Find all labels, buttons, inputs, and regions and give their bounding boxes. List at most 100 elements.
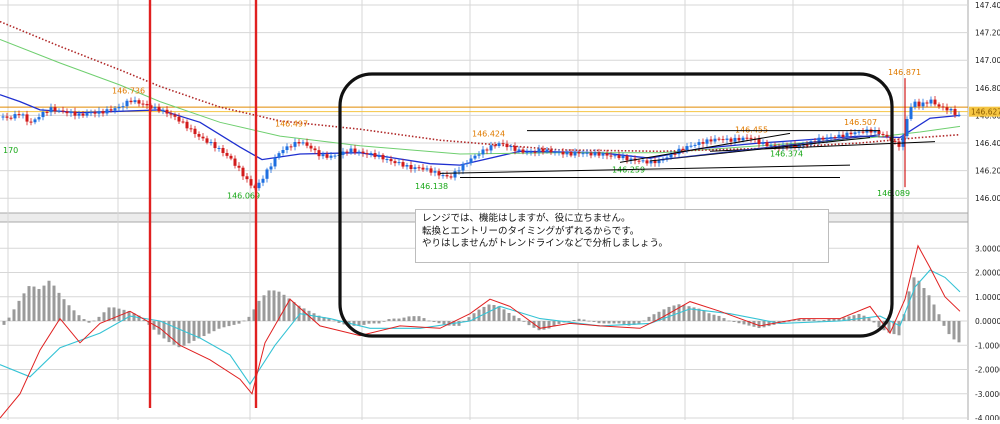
- candle-body: [105, 109, 109, 114]
- candle-body: [353, 148, 357, 153]
- macd-histogram-bar: [622, 321, 626, 325]
- macd-histogram-bar: [927, 295, 931, 321]
- candle-body: [945, 107, 949, 111]
- macd-histogram-bar: [87, 321, 91, 323]
- candle-body: [205, 138, 209, 143]
- candle-body: [489, 145, 493, 151]
- macd-histogram-bar: [407, 316, 411, 321]
- candle-body: [553, 151, 557, 153]
- macd-histogram-bar: [897, 321, 901, 336]
- macd-histogram-bar: [937, 314, 941, 321]
- macd-histogram-bar: [707, 313, 711, 321]
- candle-body: [953, 108, 957, 115]
- candle-body: [621, 155, 625, 159]
- candle-body: [369, 153, 373, 155]
- candle-body: [321, 154, 325, 157]
- macd-histogram-bar: [182, 321, 186, 346]
- candle-body: [265, 169, 269, 179]
- macd-histogram-bar: [377, 321, 381, 324]
- candle-body: [897, 141, 901, 147]
- macd-tick-label: -3.0000: [975, 390, 1000, 399]
- candle-body: [841, 134, 845, 137]
- candle-body: [329, 155, 333, 158]
- macd-histogram-bar: [402, 317, 406, 321]
- candle-body: [933, 99, 937, 105]
- candle-body: [193, 128, 197, 135]
- candle-body: [613, 155, 617, 157]
- macd-histogram-bar: [742, 321, 746, 325]
- candle-body: [349, 148, 353, 153]
- candle-body: [165, 109, 169, 114]
- candle-body: [909, 107, 913, 119]
- macd-histogram-bar: [652, 314, 656, 321]
- macd-histogram-bar: [17, 300, 21, 321]
- candle-body: [601, 153, 605, 156]
- candle-body: [585, 152, 589, 154]
- candle-body: [41, 111, 45, 118]
- candle-body: [153, 106, 157, 109]
- candle-body: [65, 111, 69, 114]
- candle-body: [133, 100, 137, 103]
- macd-histogram-bar: [507, 312, 511, 321]
- candle-body: [433, 171, 437, 173]
- candle-body: [197, 134, 201, 137]
- candle-body: [565, 152, 569, 155]
- candle-body: [833, 137, 837, 139]
- candle-body: [385, 159, 389, 161]
- candle-body: [345, 151, 349, 153]
- candle-body: [381, 154, 385, 160]
- macd-histogram-bar: [602, 321, 606, 324]
- macd-histogram-bar: [912, 277, 916, 321]
- macd-histogram-bar: [502, 309, 506, 321]
- candle-body: [413, 167, 417, 170]
- macd-histogram-bar: [202, 321, 206, 337]
- candle-body: [529, 151, 533, 153]
- candle-body: [121, 106, 125, 108]
- candle-body: [229, 155, 233, 159]
- candle-body: [957, 114, 961, 116]
- candle-body: [301, 142, 305, 144]
- candle-body: [341, 151, 345, 155]
- macd-histogram-bar: [242, 320, 246, 322]
- candle-body: [289, 146, 293, 148]
- candle-body: [421, 167, 425, 170]
- macd-histogram-bar: [392, 318, 396, 321]
- macd-histogram-bar: [737, 321, 741, 324]
- macd-tick-label: -1.0000: [975, 341, 1000, 350]
- candle-body: [541, 148, 545, 152]
- macd-histogram-bar: [917, 280, 921, 321]
- macd-histogram-bar: [187, 321, 191, 344]
- candle-body: [825, 137, 829, 140]
- macd-histogram-bar: [477, 309, 481, 321]
- candle-body: [513, 145, 517, 151]
- current-price-label: 146.627: [971, 108, 1000, 117]
- commentary-note: レンジでは、機能はしますが、役に立ちません。 転換とエントリーのタイミングがずれ…: [415, 209, 829, 263]
- candle-body: [929, 99, 933, 104]
- candle-body: [333, 155, 337, 157]
- macd-histogram-bar: [102, 312, 106, 321]
- candle-body: [365, 153, 369, 155]
- candle-body: [257, 182, 261, 189]
- candle-body: [45, 111, 49, 113]
- macd-tick-label: 0.0000: [975, 317, 1000, 326]
- macd-histogram-bar: [397, 318, 401, 321]
- candle-body: [173, 114, 177, 117]
- candle-body: [733, 137, 737, 142]
- macd-histogram-bar: [822, 320, 826, 321]
- candle-body: [689, 145, 693, 147]
- candle-body: [525, 152, 529, 154]
- candle-body: [481, 149, 485, 155]
- macd-histogram-bar: [457, 321, 461, 326]
- candle-body: [237, 165, 241, 168]
- candle-body: [581, 153, 585, 155]
- candle-body: [717, 138, 721, 140]
- macd-histogram-bar: [542, 321, 546, 330]
- macd-histogram-bar: [222, 321, 226, 328]
- macd-histogram-bar: [722, 318, 726, 321]
- candle-body: [429, 168, 433, 173]
- candle-body: [249, 179, 253, 186]
- candle-body: [577, 152, 581, 154]
- candle-body: [893, 140, 897, 142]
- candle-body: [49, 107, 53, 113]
- macd-histogram-bar: [267, 290, 271, 321]
